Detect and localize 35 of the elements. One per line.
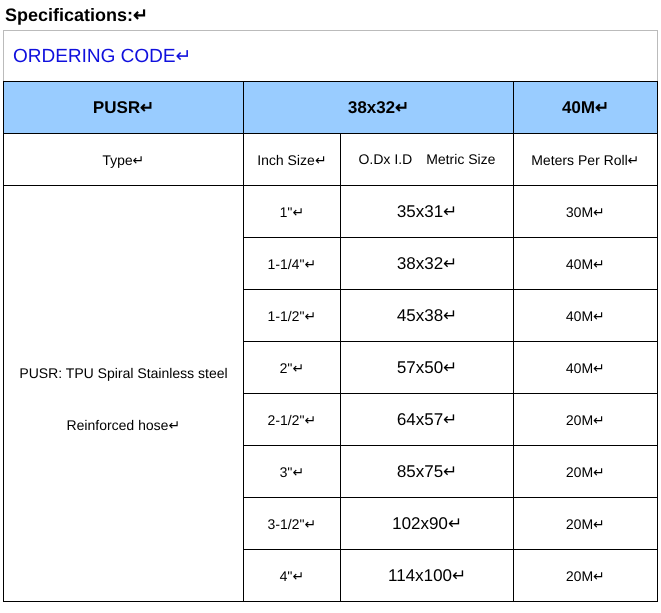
table-title: ORDERING CODE↵ [13, 45, 192, 68]
column-header: Meters Per Roll↵ [514, 134, 658, 186]
table-cell: 38x32↵ [340, 238, 514, 290]
type-text: PUSR: TPU Spiral Stainless steel [19, 364, 228, 383]
table-cell: 40M↵ [514, 238, 658, 290]
table-cell: 1-1/4"↵ [244, 238, 340, 290]
table-cell: 40M↵ [514, 342, 658, 394]
section-heading: Specifications:↵ [4, 4, 150, 27]
table-header-cell: 40M↵ [514, 82, 658, 134]
table-cell: 114x100↵ [340, 550, 514, 602]
table-cell: 3"↵ [244, 446, 340, 498]
table-header-cell: 38x32↵ [244, 82, 514, 134]
column-header: Type↵ [4, 134, 244, 186]
table-cell: 35x31↵ [340, 186, 514, 238]
table-cell: 1-1/2"↵ [244, 290, 340, 342]
table-cell: 64x57↵ [340, 394, 514, 446]
table-cell: 102x90↵ [340, 498, 514, 550]
table-header-cell: PUSR↵ [4, 82, 244, 134]
table-cell: 3-1/2"↵ [244, 498, 340, 550]
table-cell: 2-1/2"↵ [244, 394, 340, 446]
table-cell: 45x38↵ [340, 290, 514, 342]
table-cell: 30M↵ [514, 186, 658, 238]
table-cell: 2"↵ [244, 342, 340, 394]
type-text: Reinforced hose↵ [66, 416, 180, 435]
table-cell: 20M↵ [514, 498, 658, 550]
table-cell: 20M↵ [514, 446, 658, 498]
column-header: Inch Size↵ [244, 134, 340, 186]
table-cell: 1"↵ [244, 186, 340, 238]
table-cell: 20M↵ [514, 394, 658, 446]
table-cell: 57x50↵ [340, 342, 514, 394]
table-cell: 20M↵ [514, 550, 658, 602]
table-cell: 40M↵ [514, 290, 658, 342]
column-header: O.Dx I.D Metric Size [340, 134, 514, 186]
table-cell: 4"↵ [244, 550, 340, 602]
table-cell: 85x75↵ [340, 446, 514, 498]
